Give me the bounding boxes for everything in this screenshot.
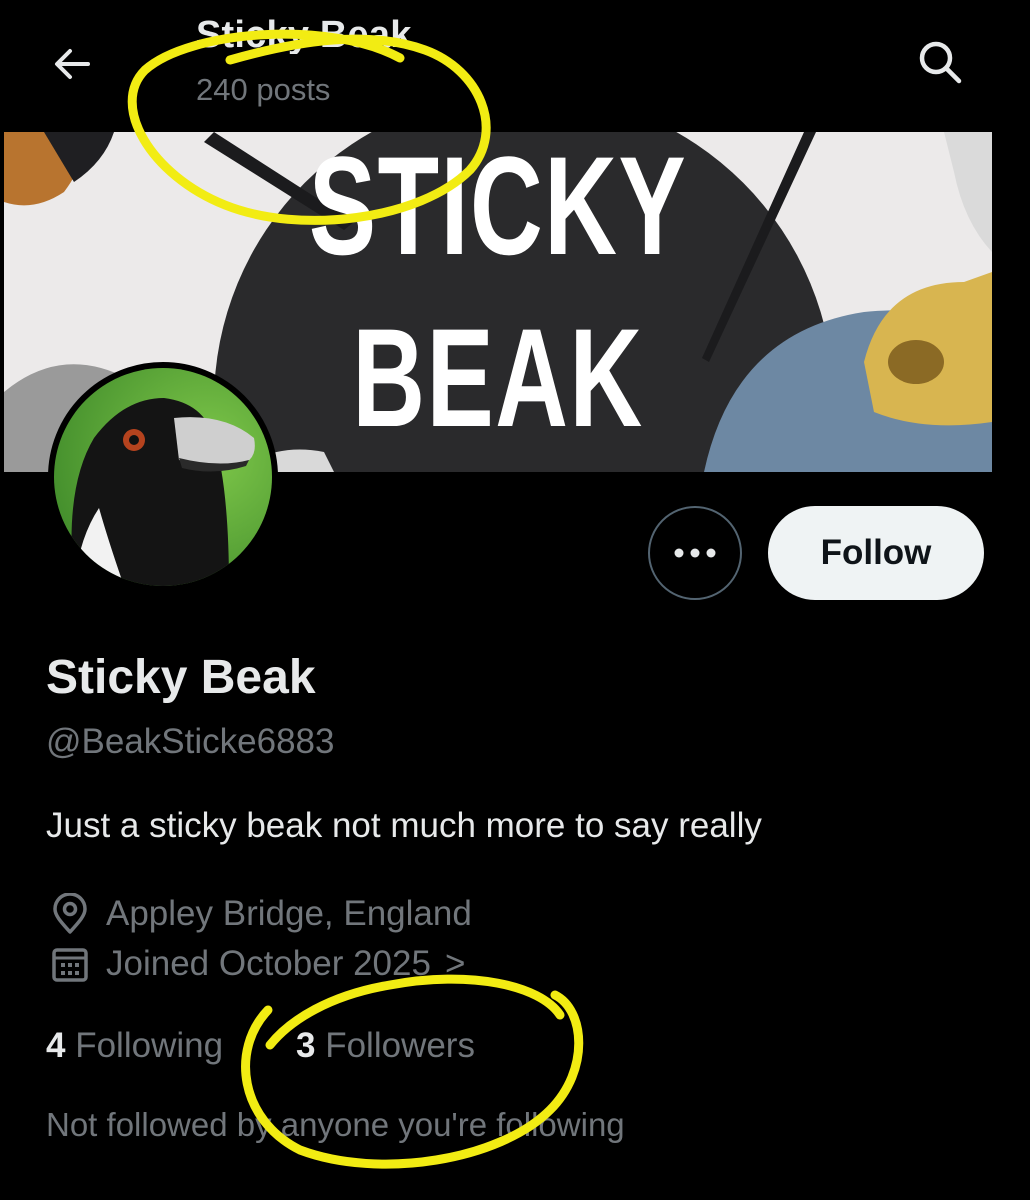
following-link[interactable]: 4 Following (46, 1026, 223, 1066)
avatar[interactable] (48, 362, 278, 592)
following-count: 4 (46, 1026, 66, 1065)
search-icon (919, 41, 962, 84)
mutual-followers-note: Not followed by anyone you're following (46, 1106, 625, 1143)
followers-link[interactable]: 3 Followers (296, 1026, 475, 1066)
header-title: Sticky Beak (196, 14, 412, 54)
banner-text-line1: STICKY (308, 132, 688, 284)
profile-bio: Just a sticky beak not much more to say … (46, 806, 762, 845)
joined-row[interactable]: Joined October 2025 > (48, 942, 465, 986)
location-row: Appley Bridge, England (48, 892, 472, 936)
follow-button[interactable]: Follow (768, 506, 984, 600)
location-pin-icon (48, 892, 92, 936)
following-label: Following (75, 1026, 224, 1065)
more-options-button[interactable] (648, 506, 742, 600)
chevron-right-icon: > (444, 944, 466, 983)
top-bar: Sticky Beak 240 posts (0, 0, 1030, 132)
followers-count: 3 (296, 1026, 316, 1065)
back-button[interactable] (44, 36, 100, 92)
search-button[interactable] (908, 30, 972, 94)
arrow-left-icon (55, 49, 90, 79)
more-horizontal-icon (674, 548, 716, 558)
location-text: Appley Bridge, England (106, 894, 472, 933)
post-count: 240 posts (196, 72, 331, 107)
followers-label: Followers (325, 1026, 475, 1065)
calendar-icon (48, 942, 92, 986)
magpie-avatar-image (54, 368, 272, 586)
user-handle: @BeakSticke6883 (46, 722, 335, 761)
joined-text: Joined October 2025 (106, 944, 431, 983)
display-name: Sticky Beak (46, 651, 316, 704)
